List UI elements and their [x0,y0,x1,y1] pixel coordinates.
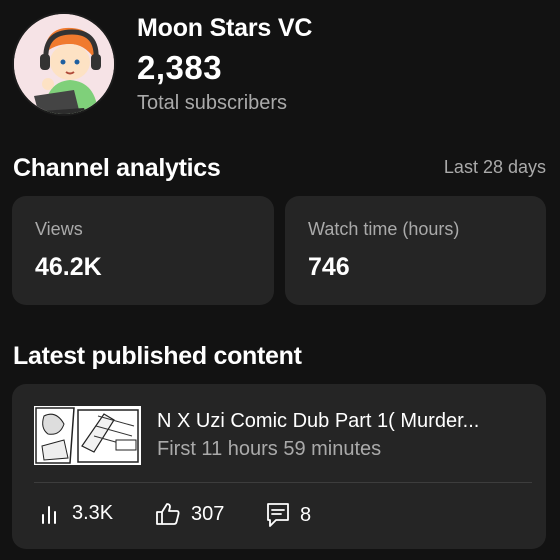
views-value: 46.2K [35,253,102,281]
latest-title: Latest published content [13,342,302,370]
comments-metric: 8 [266,502,311,528]
channel-avatar[interactable] [12,12,116,116]
period-label: Last 28 days [443,157,546,177]
watch-time-card[interactable]: Watch time (hours) 746 [285,196,546,305]
subscriber-count: 2,383 [137,49,223,86]
video-thumbnail[interactable] [34,406,141,465]
channel-name: Moon Stars VC [137,14,313,42]
watch-time-value: 746 [308,253,350,281]
watch-time-label: Watch time (hours) [308,219,460,239]
views-label: Views [35,219,83,239]
video-title[interactable]: N X Uzi Comic Dub Part 1( Murder... [157,410,537,433]
analytics-title: Channel analytics [13,154,221,182]
comments-count: 8 [300,503,312,526]
comment-icon [267,503,289,527]
thumbs-up-icon [156,503,180,525]
likes-metric: 307 [155,502,224,526]
bar-chart-icon [42,505,56,524]
analytics-page: Moon Stars VC 2,383 Total subscribers Ch… [0,0,560,560]
likes-count: 307 [191,502,225,525]
video-subtitle: First 11 hours 59 minutes [157,438,382,460]
views-card[interactable]: Views 46.2K [12,196,274,305]
latest-video-card[interactable]: N X Uzi Comic Dub Part 1( Murder... Firs… [12,384,546,549]
avatar-illustration [14,14,114,114]
views-count: 3.3K [72,502,114,524]
divider [34,482,532,483]
views-metric: 3.3K [40,502,113,525]
thumbnail-art [34,406,141,465]
subscriber-label: Total subscribers [137,92,288,114]
